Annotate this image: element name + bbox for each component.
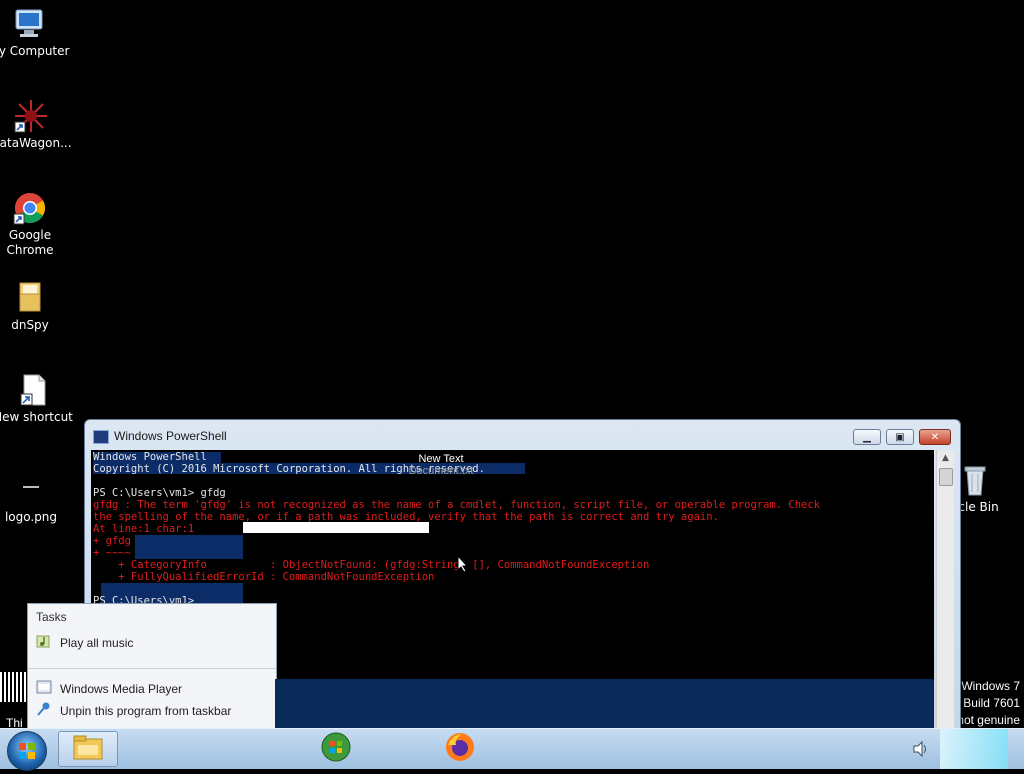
maximize-button[interactable]: ▣	[886, 429, 914, 445]
start-button[interactable]	[7, 731, 47, 771]
folder-icon	[12, 280, 48, 316]
desktop-icon-label: Google Chrome	[6, 228, 54, 257]
jumplist-item-label: Play all music	[60, 635, 134, 650]
desktop-icon-my-computer[interactable]: My Computer	[0, 6, 70, 59]
explorer-icon	[72, 733, 104, 765]
image-icon	[13, 472, 49, 508]
computer-icon	[11, 6, 47, 42]
media-player-icon	[320, 731, 352, 767]
jumplist-item-unpin[interactable]: Unpin this program from taskbar	[36, 701, 231, 720]
taskbar-media-player-button[interactable]	[306, 731, 366, 767]
desktop-icon-label: New shortcut	[0, 410, 73, 424]
firefox-icon	[444, 731, 476, 767]
selection-white-bar	[243, 522, 429, 533]
chrome-icon	[12, 190, 48, 226]
desktop-icon-logo-png[interactable]: logo.png	[0, 472, 70, 525]
music-icon	[36, 633, 52, 652]
jumplist-item-label: Windows Media Player	[60, 681, 183, 696]
desktop-icon-google-chrome[interactable]: Google Chrome	[0, 190, 69, 258]
console-line: PS C:\Users\vm1> gfdg	[93, 487, 226, 499]
console-error-line: + CategoryInfo : ObjectNotFound: (gfdg:S…	[93, 559, 650, 571]
media-player-icon	[36, 679, 52, 698]
taskbar	[0, 728, 1024, 771]
selection-highlight	[135, 535, 243, 559]
vertical-scrollbar[interactable]: ▲	[936, 450, 954, 732]
powershell-titlebar[interactable]: Windows PowerShell ▁ ▣ ✕	[85, 420, 960, 450]
powershell-icon	[93, 430, 109, 444]
jumplist-item-label: Unpin this program from taskbar	[60, 703, 232, 718]
jumplist-header: Tasks	[36, 610, 67, 624]
mouse-cursor-icon	[457, 554, 469, 576]
desktop-icon-datawagon[interactable]: DataWagon...	[0, 98, 72, 151]
scroll-up-icon[interactable]: ▲	[937, 450, 954, 466]
ghost-label-line-2: Document.txt	[408, 465, 474, 477]
datawagon-icon	[13, 98, 49, 134]
window-lower-strip	[275, 679, 933, 728]
recycle-bin-icon	[957, 462, 993, 498]
close-icon: ✕	[930, 431, 940, 443]
console-error-line: the spelling of the name, or if a path w…	[93, 511, 719, 523]
show-desktop-area[interactable]	[940, 729, 1008, 769]
window-title: Windows PowerShell	[114, 429, 227, 443]
jumplist-item-windows-media-player[interactable]: Windows Media Player	[36, 679, 182, 698]
desktop-icon-label: My Computer	[0, 44, 70, 58]
unpin-icon	[36, 701, 52, 720]
console-error-line: + ~~~~	[93, 547, 131, 559]
minimize-icon: ▁	[863, 431, 871, 443]
close-button[interactable]: ✕	[919, 429, 951, 445]
console-error-line: At line:1 char:1	[93, 523, 195, 535]
maximize-icon: ▣	[895, 431, 905, 443]
console-error-line: + gfdg	[93, 535, 131, 547]
taskbar-jumplist: Tasks Play all music Windows Media Playe…	[27, 603, 277, 729]
minimize-button[interactable]: ▁	[853, 429, 881, 445]
jumplist-separator	[28, 668, 276, 669]
console-line: Windows PowerShell	[93, 451, 207, 463]
console-error-line: + FullyQualifiedErrorId : CommandNotFoun…	[93, 571, 435, 583]
taskbar-explorer-button[interactable]	[58, 731, 118, 767]
desktop-icon-label: DataWagon...	[0, 136, 72, 150]
desktop-icon-dnspy[interactable]: dnSpy	[0, 280, 69, 333]
jumplist-item-play-all-music[interactable]: Play all music	[36, 633, 133, 652]
scroll-thumb[interactable]	[939, 468, 953, 486]
volume-icon[interactable]	[912, 740, 930, 761]
partial-desktop-item	[0, 672, 27, 702]
desktop-icon-label: logo.png	[4, 510, 58, 524]
console-error-line: gfdg : The term 'gfdg' is not recognized…	[93, 499, 820, 511]
desktop-icon-new-shortcut[interactable]: New shortcut	[0, 372, 73, 425]
ghost-desktop-label: New Text Document.txt	[391, 453, 491, 477]
desktop-icon-label: dnSpy	[11, 318, 49, 332]
windows-logo-icon	[19, 743, 35, 759]
shortcut-icon	[15, 372, 51, 408]
ghost-label-line-1: New Text	[418, 453, 464, 465]
taskbar-firefox-button[interactable]	[430, 731, 490, 767]
